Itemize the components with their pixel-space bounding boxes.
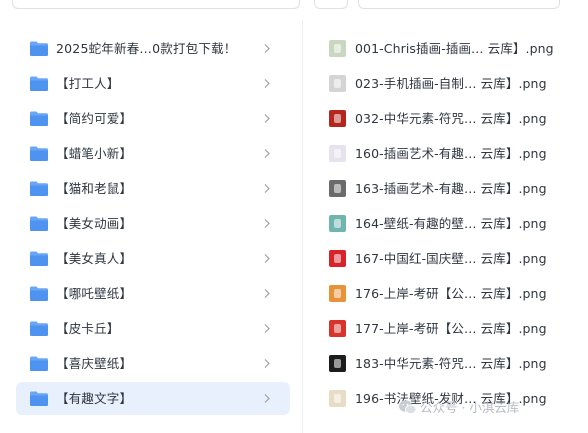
folder-icon: [30, 251, 48, 266]
file-item[interactable]: 177-上岸-考研【公… 云库】.png: [323, 312, 585, 345]
folder-item[interactable]: 【有趣文字】: [16, 382, 290, 415]
image-thumbnail: [329, 145, 346, 162]
file-item[interactable]: 164-壁纸-有趣的壁… 云库】.png: [323, 207, 585, 240]
folder-label: 【蜡笔小新】: [56, 146, 133, 161]
folder-label: 【有趣文字】: [56, 391, 133, 406]
top-toolbar: [0, 0, 588, 10]
image-thumbnail: [329, 180, 346, 197]
image-thumbnail: [329, 390, 346, 407]
search-box[interactable]: [12, 0, 300, 9]
chevron-right-icon: [264, 184, 270, 193]
file-name: 160-插画艺术-有趣… 云库】.png: [355, 146, 547, 161]
file-item[interactable]: 160-插画艺术-有趣… 云库】.png: [323, 137, 585, 170]
image-thumbnail: [329, 250, 346, 267]
chevron-right-icon: [264, 289, 270, 298]
image-thumbnail: [329, 110, 346, 127]
folder-icon: [30, 321, 48, 336]
file-name: 177-上岸-考研【公… 云库】.png: [355, 321, 547, 336]
watermark: 公众号 · 小淇云库: [399, 398, 520, 418]
file-name: 001-Chris插画-插画… 云库】.png: [355, 41, 554, 56]
folder-icon: [30, 356, 48, 371]
file-item[interactable]: 167-中国红-国庆壁… 云库】.png: [323, 242, 585, 275]
chevron-right-icon: [264, 394, 270, 403]
folder-icon: [30, 181, 48, 196]
watermark-text: 公众号 · 小淇云库: [420, 400, 520, 415]
folder-icon: [30, 286, 48, 301]
folder-list: 2025蛇年新春…0款打包下载！ 【打工人】【简约可爱】 【蜡笔小新】 【猫和老鼠】【…: [0, 28, 302, 433]
folder-icon: [30, 216, 48, 231]
chevron-right-icon: [264, 219, 270, 228]
folder-label: 【喜庆壁纸】: [56, 356, 133, 371]
folder-item[interactable]: 【打工人】: [16, 67, 290, 100]
folder-label: 【猫和老鼠】: [56, 181, 133, 196]
folder-item[interactable]: 【喜庆壁纸】: [16, 347, 290, 380]
file-item[interactable]: 183-中华元素-符咒… 云库】.png: [323, 347, 585, 380]
image-thumbnail: [329, 355, 346, 372]
chevron-right-icon: [264, 79, 270, 88]
wechat-icon: [399, 400, 417, 415]
folder-item[interactable]: 【简约可爱】: [16, 102, 290, 135]
folder-label: 【打工人】: [56, 76, 120, 91]
image-thumbnail: [329, 75, 346, 92]
toolbar-field[interactable]: [358, 0, 560, 9]
folder-item[interactable]: 【美女真人】: [16, 242, 290, 275]
chevron-right-icon: [264, 359, 270, 368]
folder-item[interactable]: 2025蛇年新春…0款打包下载！: [16, 32, 290, 65]
chevron-right-icon: [264, 149, 270, 158]
file-item[interactable]: 001-Chris插画-插画… 云库】.png: [323, 32, 585, 65]
image-thumbnail: [329, 40, 346, 57]
folder-icon: [30, 391, 48, 406]
folder-item[interactable]: 【蜡笔小新】: [16, 137, 290, 170]
file-name: 032-中华元素-符咒… 云库】.png: [355, 111, 547, 126]
image-thumbnail: [329, 285, 346, 302]
chevron-right-icon: [264, 324, 270, 333]
folder-label: 【哪吒壁纸】: [56, 286, 133, 301]
file-list: 001-Chris插画-插画… 云库】.png 023-手机插画-自制… 云库】.…: [303, 28, 588, 433]
image-thumbnail: [329, 320, 346, 337]
toolbar-button[interactable]: [314, 0, 348, 9]
folder-icon: [30, 146, 48, 161]
folder-label: 【美女真人】: [56, 251, 133, 266]
file-name: 164-壁纸-有趣的壁… 云库】.png: [355, 216, 547, 231]
file-name: 176-上岸-考研【公… 云库】.png: [355, 286, 547, 301]
folder-item[interactable]: 【皮卡丘】: [16, 312, 290, 345]
folder-label: 2025蛇年新春…0款打包下载！: [56, 41, 237, 56]
file-item[interactable]: 032-中华元素-符咒… 云库】.png: [323, 102, 585, 135]
folder-item[interactable]: 【哪吒壁纸】: [16, 277, 290, 310]
file-name: 167-中国红-国庆壁… 云库】.png: [355, 251, 547, 266]
folder-label: 【简约可爱】: [56, 111, 133, 126]
folder-label: 【美女动画】: [56, 216, 133, 231]
folder-label: 【皮卡丘】: [56, 321, 120, 336]
chevron-right-icon: [264, 44, 270, 53]
folder-icon: [30, 111, 48, 126]
folder-item[interactable]: 【美女动画】: [16, 207, 290, 240]
chevron-right-icon: [264, 114, 270, 123]
file-item[interactable]: 023-手机插画-自制… 云库】.png: [323, 67, 585, 100]
file-name: 023-手机插画-自制… 云库】.png: [355, 76, 547, 91]
file-name: 163-插画艺术-有趣… 云库】.png: [355, 181, 547, 196]
file-item[interactable]: 163-插画艺术-有趣… 云库】.png: [323, 172, 585, 205]
folder-icon: [30, 41, 48, 56]
chevron-right-icon: [264, 254, 270, 263]
file-name: 183-中华元素-符咒… 云库】.png: [355, 356, 547, 371]
folder-icon: [30, 76, 48, 91]
folder-item[interactable]: 【猫和老鼠】: [16, 172, 290, 205]
file-item[interactable]: 176-上岸-考研【公… 云库】.png: [323, 277, 585, 310]
image-thumbnail: [329, 215, 346, 232]
